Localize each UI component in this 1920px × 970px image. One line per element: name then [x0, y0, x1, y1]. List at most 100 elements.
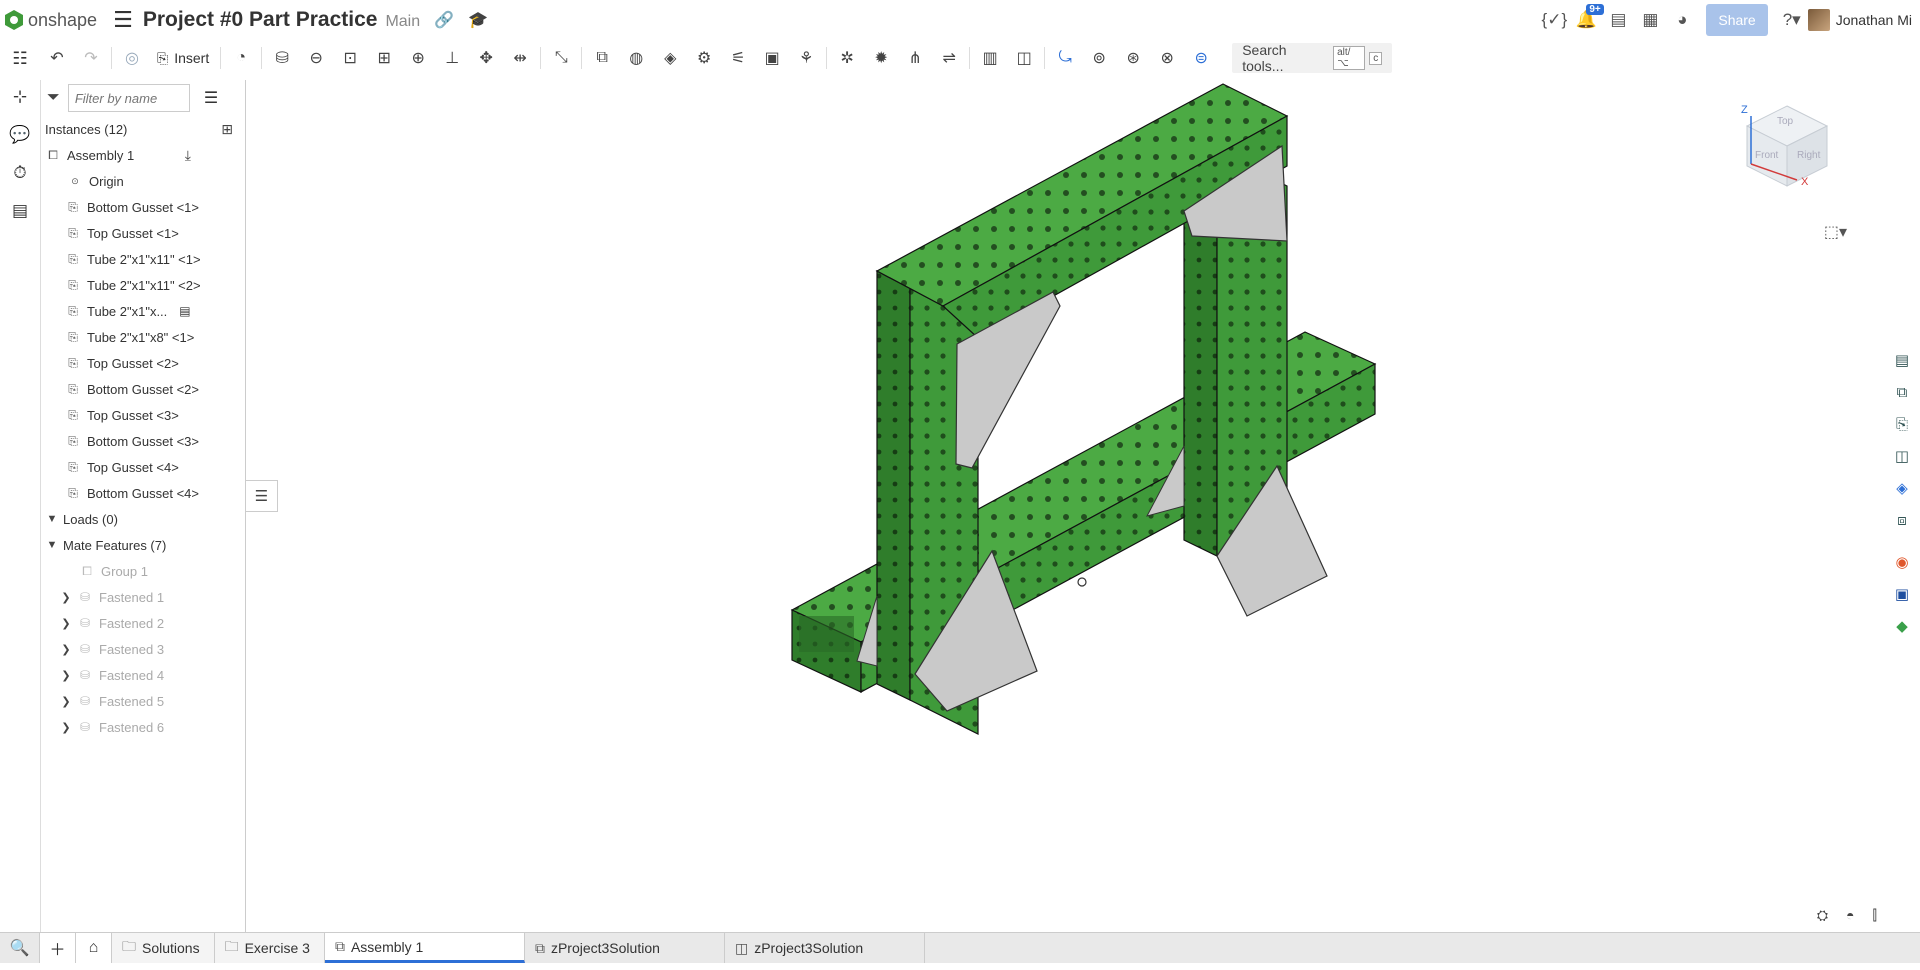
mate-row[interactable]: ❯ ⛁ Fastened 6 [41, 714, 245, 740]
share-button[interactable]: Share [1706, 4, 1768, 36]
mate-row[interactable]: ❯ ⛁ Fastened 5 [41, 688, 245, 714]
measure-icon[interactable]: ▥ [973, 44, 1007, 72]
home-icon[interactable]: ⌂ [76, 933, 112, 963]
insert-button[interactable]: ⎘ Insert [149, 50, 217, 67]
chevron-down-icon[interactable]: ▼ [45, 513, 59, 525]
section-icon[interactable]: ⫿ [1873, 907, 1877, 924]
configurations-icon[interactable]: ⎘ [1884, 408, 1920, 440]
list-item[interactable]: ⎘ Top Gusset <3> [41, 402, 245, 428]
chevron-right-icon[interactable]: ❯ [59, 591, 73, 604]
filter-icon[interactable]: ⏷ [47, 89, 60, 107]
screw-relation-icon[interactable]: ▣ [755, 44, 789, 72]
settings-icon[interactable]: ✲ [830, 44, 864, 72]
gear-relation-icon[interactable]: ⚙ [687, 44, 721, 72]
link-icon[interactable]: 🔗 [434, 10, 454, 30]
variables-icon[interactable]: ⧈ [1884, 504, 1920, 536]
mate-row[interactable]: ❯ ⛁ Fastened 2 [41, 610, 245, 636]
history-icon[interactable]: ⏱ [0, 154, 40, 192]
search-tabs-icon[interactable]: 🔍 [0, 933, 40, 963]
onshape-logo[interactable]: onshape [4, 9, 97, 31]
help-icon[interactable]: ?▾ [1776, 10, 1808, 30]
relation-icon[interactable]: ◈ [653, 44, 687, 72]
mate-row[interactable]: ❯ ⛁ Fastened 1 [41, 584, 245, 610]
learning-center-icon[interactable]: 🎓 [468, 10, 488, 30]
replicate-icon[interactable]: ◔ [224, 44, 258, 72]
slider-mate-icon[interactable]: ⊡ [333, 44, 367, 72]
view-mode-icon[interactable]: ⬚▾ [1824, 222, 1847, 242]
view-tool-1-icon[interactable]: ⤿ [1048, 44, 1082, 72]
branch-label[interactable]: Main [385, 13, 420, 31]
mate-features-section[interactable]: ▼ Mate Features (7) [41, 532, 245, 558]
loads-section[interactable]: ▼ Loads (0) [41, 506, 245, 532]
origin-row[interactable]: ⊙ Origin [41, 168, 245, 194]
comments-icon[interactable]: 💬 [0, 116, 40, 154]
notifications-icon[interactable]: 🔔 9+ [1570, 4, 1604, 30]
tangent-mate-icon[interactable]: ⤡ [544, 44, 578, 72]
mate-row[interactable]: ❯ ⛁ Fastened 4 [41, 662, 245, 688]
chevron-right-icon[interactable]: ❯ [59, 669, 73, 682]
variable-studio-icon[interactable]: {✓} [1538, 10, 1570, 30]
list-item[interactable]: ⎘ Top Gusset <1> [41, 220, 245, 246]
bom-icon[interactable]: ⧉ [1884, 376, 1920, 408]
document-title[interactable]: Project #0 Part Practice [143, 8, 378, 32]
breadcrumb-solutions[interactable]: 🗀 Solutions [112, 933, 215, 963]
chevron-right-icon[interactable]: ❯ [59, 695, 73, 708]
breadcrumb-exercise[interactable]: 🗀 Exercise 3 [214, 933, 325, 963]
view-tool-2-icon[interactable]: ⊚ [1082, 44, 1116, 72]
planar-mate-icon[interactable]: ⊞ [367, 44, 401, 72]
rack-pinion-icon[interactable]: ⚟ [721, 44, 755, 72]
list-item[interactable]: ⎘ Bottom Gusset <1> [41, 194, 245, 220]
chevron-right-icon[interactable]: ❯ [59, 643, 73, 656]
pin-slot-mate-icon[interactable]: ⊥ [435, 44, 469, 72]
section-view-icon[interactable]: ◫ [1007, 44, 1041, 72]
assembly-root[interactable]: ⧠ Assembly 1 ⤓ [41, 142, 245, 168]
list-item[interactable]: ⎘ Tube 2"x1"x11" <1> [41, 246, 245, 272]
hamburger-menu-icon[interactable]: ☰ [113, 7, 133, 33]
chevron-right-icon[interactable]: ❯ [59, 617, 73, 630]
simulation-icon[interactable]: ⇌ [932, 44, 966, 72]
view-tool-4-icon[interactable]: ⊗ [1150, 44, 1184, 72]
feature-list-icon[interactable]: ☷ [0, 40, 40, 78]
tab-zproject3solution-2[interactable]: ◫ zProject3Solution [724, 933, 925, 963]
list-item[interactable]: ⎘ Bottom Gusset <2> [41, 376, 245, 402]
mate-connector-icon[interactable]: ◍ [619, 44, 653, 72]
chevron-down-icon[interactable]: ▼ [45, 539, 59, 551]
mass-properties-icon[interactable]: ◫ [1884, 440, 1920, 472]
insert-into-icon[interactable]: ⤓ [185, 147, 191, 164]
animate-icon[interactable]: ✹ [864, 44, 898, 72]
graphics-viewport[interactable]: Top Front Right Z X ⬚▾ ⛭ ◓ ⫿ [247, 76, 1887, 932]
view-cube[interactable]: Top Front Right Z X [1717, 76, 1857, 216]
named-views-icon[interactable]: ⛭ [1817, 907, 1828, 924]
list-item[interactable]: ⎘ Top Gusset <2> [41, 350, 245, 376]
group-row[interactable]: ⧠ Group 1 [41, 558, 245, 584]
list-view-icon[interactable]: ☰ [204, 88, 218, 108]
list-item[interactable]: ⎘ Top Gusset <4> [41, 454, 245, 480]
tab-zproject3solution-1[interactable]: ⧉ zProject3Solution [524, 933, 725, 963]
chevron-right-icon[interactable]: ❯ [59, 721, 73, 734]
properties-icon[interactable]: ▤ [0, 192, 40, 230]
list-item[interactable]: ⎘ Tube 2"x1"x11" <2> [41, 272, 245, 298]
linear-relation-icon[interactable]: ⚘ [789, 44, 823, 72]
ball-mate-icon[interactable]: ✥ [469, 44, 503, 72]
undo-icon[interactable]: ↶ [40, 44, 74, 72]
appearance-panel-icon[interactable]: ▤ [1884, 344, 1920, 376]
explode-icon[interactable]: ⋔ [898, 44, 932, 72]
list-item[interactable]: ⎘ Tube 2"x1"x8" <1> [41, 324, 245, 350]
new-folder-icon[interactable]: ⊞ [221, 121, 233, 138]
user-menu[interactable]: Jonathan Mi [1807, 9, 1912, 31]
list-item[interactable]: ⎘ Tube 2"x1"x... ▤ [41, 298, 245, 324]
instances-header[interactable]: Instances (12) ⊞ [41, 116, 245, 142]
filter-input[interactable] [67, 84, 190, 112]
render-mode-icon[interactable]: ◓ [1846, 907, 1854, 924]
community-icon[interactable]: ◕ [1666, 10, 1698, 30]
app-1-icon[interactable]: ◉ [1884, 546, 1920, 578]
fastened-mate-icon[interactable]: ⛁ [265, 44, 299, 72]
app-2-icon[interactable]: ▣ [1884, 578, 1920, 610]
search-tools-input[interactable]: Search tools... alt/⌥ c [1232, 42, 1393, 74]
revolute-mate-icon[interactable]: ⊖ [299, 44, 333, 72]
insert-tree-icon[interactable]: ⊹ [0, 78, 40, 116]
mate-row[interactable]: ❯ ⛁ Fastened 3 [41, 636, 245, 662]
cylindrical-mate-icon[interactable]: ⊕ [401, 44, 435, 72]
render-studio-icon[interactable]: ◈ [1884, 472, 1920, 504]
view-tool-3-icon[interactable]: ⊛ [1116, 44, 1150, 72]
